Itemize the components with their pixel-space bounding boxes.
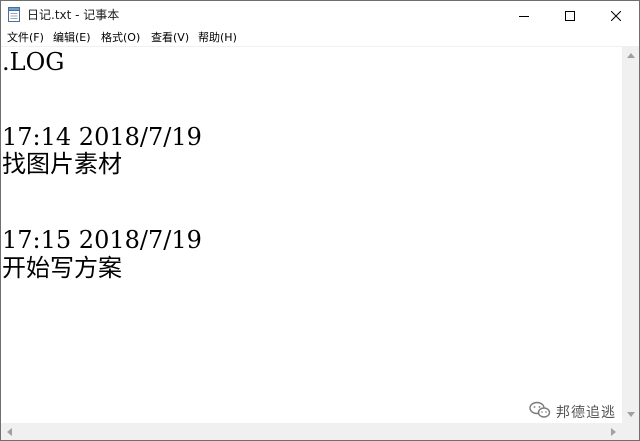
close-button[interactable] [593,1,639,29]
scrollbar-corner [622,423,639,440]
text-line: 开始写方案 [2,254,122,282]
menu-help[interactable]: 帮助(H) [198,30,237,45]
watermark-text: 邦德追逃 [556,405,616,421]
text-line: 找图片素材 [2,150,122,178]
scroll-right-icon[interactable] [605,423,622,440]
notepad-icon [8,7,20,22]
scroll-up-icon[interactable] [622,47,639,64]
close-icon [610,6,622,25]
text-line: 17:14 2018/7/19 [2,123,202,151]
vertical-scrollbar[interactable] [622,47,639,423]
horizontal-scrollbar[interactable] [1,423,622,440]
minimize-button[interactable] [501,1,547,29]
menu-edit[interactable]: 编辑(E) [53,30,91,45]
scroll-left-icon[interactable] [1,423,18,440]
text-line: .LOG [2,48,65,76]
maximize-button[interactable] [547,1,593,29]
scroll-down-icon[interactable] [622,406,639,423]
text-line: 17:15 2018/7/19 [2,226,202,254]
title-bar[interactable]: 日记.txt - 记事本 [1,1,639,29]
text-editor[interactable]: .LOG 17:14 2018/7/19 找图片素材 17:15 2018/7/… [1,47,622,423]
maximize-icon [565,6,575,25]
menu-view[interactable]: 查看(V) [151,30,189,45]
watermark: 邦德追逃 [529,401,616,423]
minimize-icon [519,6,529,25]
menu-file[interactable]: 文件(F) [7,30,44,45]
window-title: 日记.txt - 记事本 [27,8,120,22]
notepad-window: 日记.txt - 记事本 文件(F) 编辑(E) 格式(O) 查看(V) 帮助(… [0,0,640,441]
menu-bar: 文件(F) 编辑(E) 格式(O) 查看(V) 帮助(H) [1,29,639,47]
wechat-icon [529,401,551,423]
menu-format[interactable]: 格式(O) [101,30,140,45]
